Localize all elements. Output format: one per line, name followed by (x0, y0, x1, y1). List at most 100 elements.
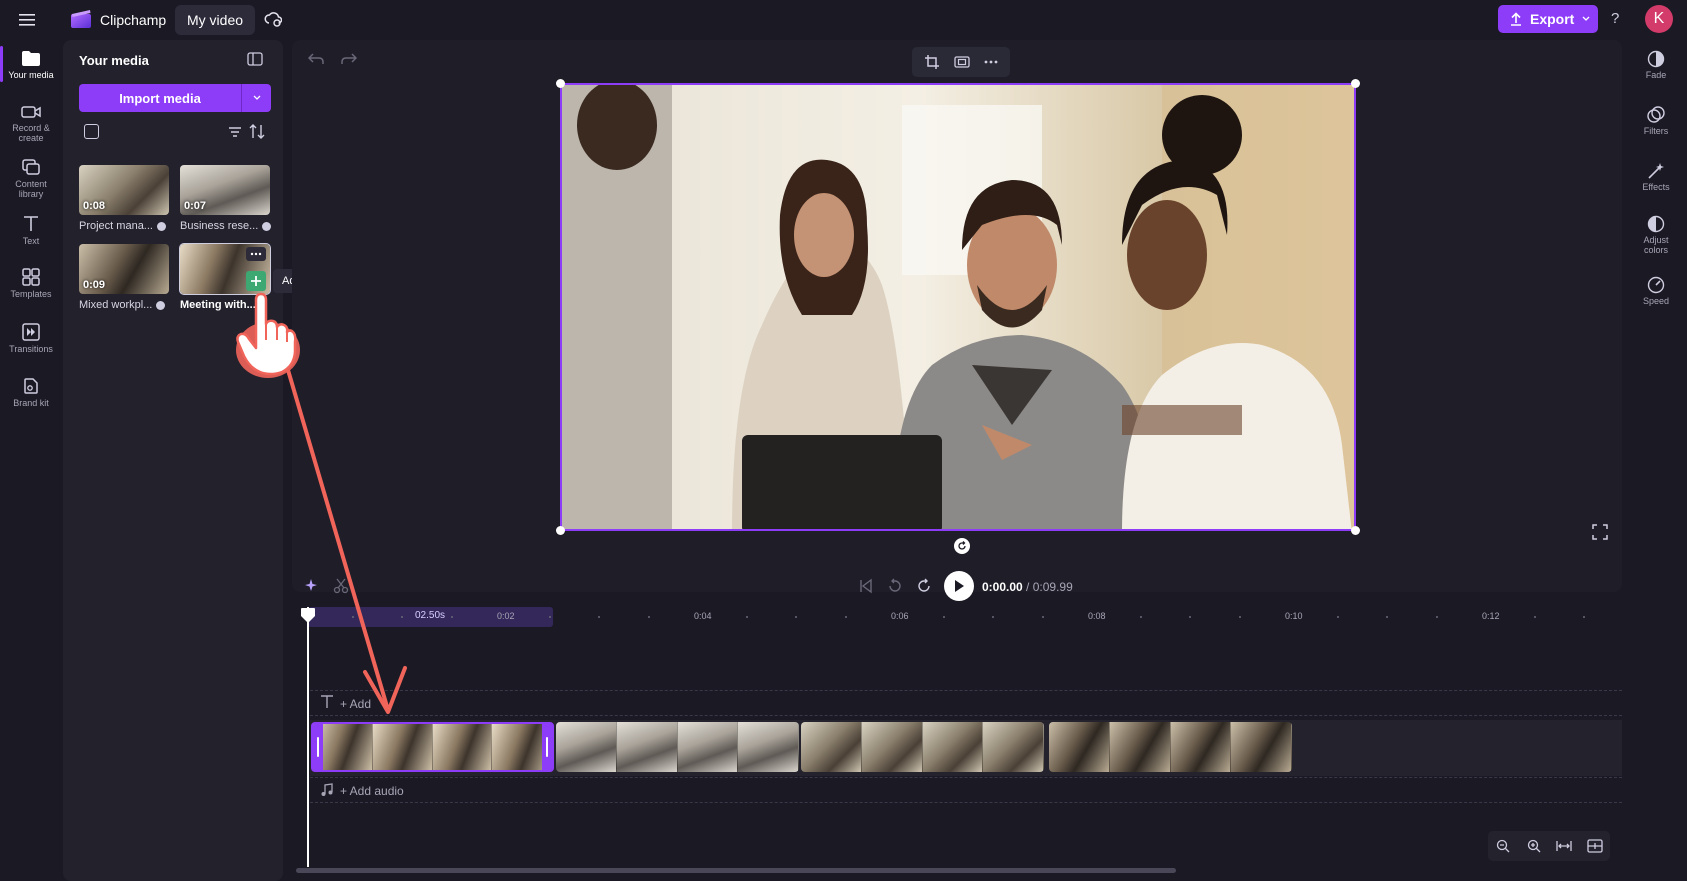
media-panel-title: Your media (79, 53, 149, 68)
rail-label: Effects (1642, 182, 1670, 192)
media-thumbnail: 0:09 (79, 244, 169, 294)
zoom-out-icon[interactable] (1490, 833, 1516, 859)
preview-toolbar (912, 47, 1010, 77)
rail-item-text[interactable]: Text (0, 215, 62, 246)
clipchamp-logo-icon (70, 9, 92, 29)
video-clip[interactable] (801, 722, 1044, 772)
chevron-down-icon (253, 95, 260, 100)
resize-handle-br[interactable] (1351, 526, 1360, 535)
rail-label: Adjust colors (1643, 235, 1669, 255)
skip-to-start-icon[interactable] (858, 578, 874, 594)
undo-icon[interactable] (308, 52, 324, 66)
more-options-icon[interactable] (246, 247, 266, 261)
rail-item-transitions[interactable]: Transitions (0, 323, 62, 354)
media-item[interactable]: 0:09 Mixed workpl... (79, 244, 169, 311)
clip-trim-handle-right[interactable] (542, 724, 552, 770)
expand-timeline-icon[interactable] (1582, 833, 1608, 859)
help-button[interactable]: ? (1611, 10, 1619, 27)
check-icon (156, 300, 166, 310)
media-panel: Your media Import media 0:08 Project man… (63, 40, 283, 881)
filter-icon[interactable] (228, 126, 242, 138)
video-clip[interactable] (556, 722, 799, 772)
pointer-arrow (286, 369, 407, 714)
collapse-panel-icon[interactable] (247, 52, 263, 66)
check-icon (262, 221, 272, 231)
timeline-ruler[interactable]: 02.50s 0:02 0:04 0:06 0:08 0:10 0:12 (300, 605, 1620, 627)
avatar[interactable]: K (1645, 5, 1673, 33)
rail-item-effects[interactable]: Effects (1626, 162, 1686, 192)
tick-dot (1041, 616, 1044, 618)
tick-dot (1534, 616, 1536, 618)
fade-icon (1647, 50, 1665, 68)
speed-icon (1647, 276, 1665, 294)
resize-handle-tr[interactable] (1351, 79, 1360, 88)
fit-icon[interactable] (954, 55, 970, 69)
time-display: 0:00.00 / 0:09.99 (982, 580, 1073, 594)
rail-item-templates[interactable]: Templates (0, 268, 62, 299)
current-time: 0:00.00 (982, 580, 1023, 594)
text-track[interactable]: + Add (310, 690, 1622, 716)
video-preview[interactable] (560, 83, 1356, 531)
rail-item-your-media[interactable]: Your media (0, 50, 62, 80)
templates-icon (22, 268, 40, 286)
sort-icon[interactable] (249, 124, 265, 139)
add-to-timeline-button[interactable] (246, 271, 266, 291)
tick-dot (1484, 616, 1487, 618)
tick-dot (696, 616, 699, 618)
text-icon (22, 215, 40, 233)
play-button[interactable] (944, 571, 974, 601)
tick-dot (992, 616, 995, 618)
resize-handle-bl[interactable] (556, 526, 565, 535)
rail-item-speed[interactable]: Speed (1626, 276, 1686, 306)
rail-item-brand-kit[interactable]: Brand kit (0, 377, 62, 408)
media-item[interactable]: 0:07 Business rese... (180, 165, 272, 232)
more-icon[interactable] (984, 60, 998, 64)
media-name: Business rese... (180, 220, 259, 232)
rotate-handle-icon[interactable] (954, 538, 970, 554)
crop-icon[interactable] (924, 54, 940, 70)
tick-dot (795, 616, 798, 618)
video-clip[interactable] (1049, 722, 1292, 772)
tick-dot (1140, 616, 1142, 618)
rail-item-record-create[interactable]: Record & create (0, 104, 62, 143)
play-icon (955, 580, 964, 592)
media-name: Project mana... (79, 220, 153, 232)
top-bar: Clipchamp My video Export ? K (0, 0, 1687, 40)
rail-item-content-library[interactable]: Content library (0, 158, 62, 199)
zoom-in-icon[interactable] (1521, 833, 1547, 859)
rail-item-filters[interactable]: Filters (1626, 106, 1686, 136)
timeline-scrollbar[interactable] (296, 868, 1176, 873)
clip-trim-handle-left[interactable] (313, 724, 323, 770)
add-audio-label[interactable]: + Add audio (340, 784, 404, 798)
rail-label: Speed (1642, 296, 1670, 306)
media-duration: 0:08 (83, 200, 106, 212)
forward-5-icon[interactable] (915, 577, 933, 595)
rail-label: Content library (15, 179, 47, 199)
fit-timeline-icon[interactable] (1551, 833, 1577, 859)
redo-icon[interactable] (341, 52, 357, 66)
rail-item-fade[interactable]: Fade (1626, 50, 1686, 80)
media-item[interactable]: 0:08 Project mana... (79, 165, 169, 232)
cloud-sync-icon[interactable] (264, 10, 282, 28)
project-name[interactable]: My video (175, 5, 256, 35)
total-time: / 0:09.99 (1026, 580, 1073, 594)
select-all-checkbox[interactable] (84, 124, 99, 139)
rail-label: Templates (10, 289, 52, 299)
video-clip-selected[interactable] (311, 722, 554, 772)
fullscreen-icon[interactable] (1592, 524, 1608, 540)
tick-dot (549, 616, 551, 618)
menu-icon[interactable] (14, 8, 40, 32)
rewind-5-icon[interactable] (886, 577, 904, 595)
app-name: Clipchamp (100, 12, 167, 28)
left-rail: Your media Record & create Content libra… (0, 40, 62, 881)
export-button[interactable]: Export (1498, 5, 1598, 33)
import-media-button[interactable]: Import media (79, 84, 271, 112)
tick-dot (1189, 616, 1192, 618)
upload-icon (1510, 12, 1522, 26)
tick-dot (647, 616, 650, 618)
rail-label: Filters (1643, 126, 1669, 136)
rail-item-adjust-colors[interactable]: Adjust colors (1626, 215, 1686, 255)
resize-handle-tl[interactable] (556, 79, 565, 88)
import-dropdown-button[interactable] (241, 84, 271, 112)
audio-track[interactable]: + Add audio (310, 777, 1622, 803)
